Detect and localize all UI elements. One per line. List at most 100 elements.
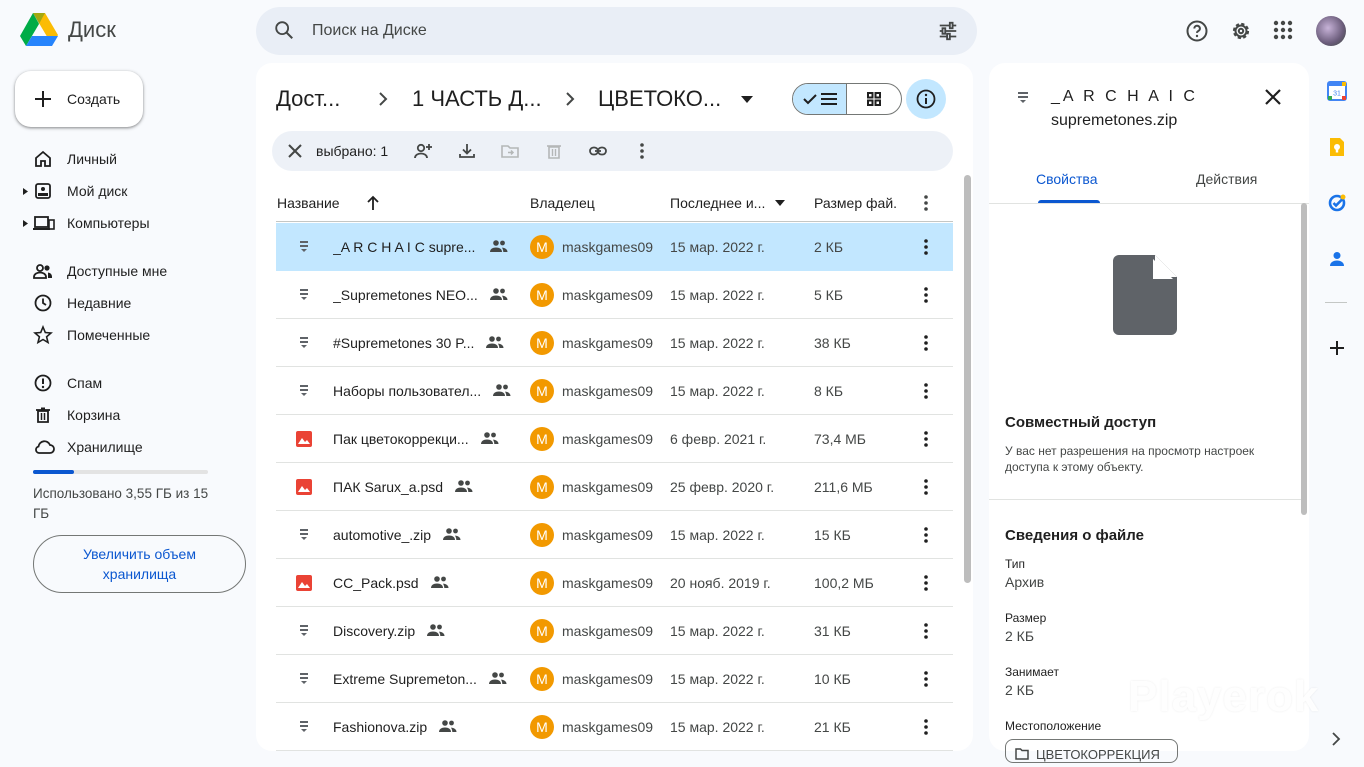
file-row[interactable]: Fashionova.zip Mmaskgames09 15 мар. 2022 г… bbox=[276, 703, 953, 751]
file-name[interactable]: Пак цветокоррекци... bbox=[333, 431, 469, 447]
tasks-app-icon[interactable] bbox=[1327, 193, 1347, 213]
sort-ascending-arrow-icon[interactable] bbox=[366, 195, 380, 211]
file-name[interactable]: Fashionova.zip bbox=[333, 719, 427, 735]
clear-selection-close-icon[interactable] bbox=[285, 141, 305, 161]
row-more-button[interactable] bbox=[916, 525, 936, 545]
row-more-button[interactable] bbox=[916, 237, 936, 257]
details-info-button[interactable] bbox=[906, 79, 946, 119]
breadcrumb-item[interactable]: 1 ЧАСТЬ Д... bbox=[412, 86, 542, 112]
contacts-app-icon[interactable] bbox=[1327, 249, 1347, 269]
close-details-icon[interactable] bbox=[1263, 87, 1283, 107]
expand-side-panel-chevron-icon[interactable] bbox=[1331, 732, 1341, 746]
shared-indicator bbox=[481, 431, 499, 445]
column-header-name[interactable]: Название bbox=[277, 195, 340, 211]
file-row[interactable]: Discovery.zip Mmaskgames09 15 мар. 2022 г.… bbox=[276, 607, 953, 655]
breadcrumb-item[interactable]: Дост... bbox=[276, 86, 340, 112]
get-addons-plus-icon[interactable] bbox=[1327, 338, 1347, 358]
row-more-button[interactable] bbox=[916, 477, 936, 497]
row-more-button[interactable] bbox=[916, 285, 936, 305]
file-name[interactable]: #Supremetones 30 P... bbox=[333, 335, 474, 351]
search-options-icon[interactable] bbox=[937, 20, 959, 42]
row-more-actions-icon[interactable] bbox=[916, 717, 936, 737]
search-icon[interactable] bbox=[273, 19, 295, 41]
column-header-owner[interactable]: Владелец bbox=[530, 195, 595, 211]
create-button[interactable]: Создать bbox=[15, 71, 143, 127]
file-row[interactable]: Extreme Supremeton... Mmaskgames09 15 мар.… bbox=[276, 655, 953, 703]
expand-caret-icon[interactable] bbox=[23, 188, 29, 195]
column-header-modified[interactable]: Последнее и... bbox=[670, 195, 765, 211]
row-more-button[interactable] bbox=[916, 717, 936, 737]
file-row[interactable]: Наборы пользовател... Mmaskgames09 15 мар.… bbox=[276, 367, 953, 415]
shared-people-icon bbox=[493, 384, 511, 396]
file-row[interactable]: #Supremetones 30 P... Mmaskgames09 15 мар.… bbox=[276, 319, 953, 367]
file-row[interactable]: CC_Pack.psd Mmaskgames09 20 нояб. 2019 г. 1… bbox=[276, 559, 953, 607]
shared-people-icon bbox=[443, 528, 461, 540]
row-more-actions-icon[interactable] bbox=[916, 573, 936, 593]
share-add-person-icon[interactable] bbox=[413, 141, 433, 161]
view-toggle[interactable] bbox=[792, 83, 902, 115]
file-row[interactable]: ПАК Sarux_a.psd Mmaskgames09 25 февр. 2020… bbox=[276, 463, 953, 511]
delete-trash-icon[interactable] bbox=[544, 141, 564, 161]
folder-menu-dropdown-icon[interactable] bbox=[741, 96, 753, 103]
row-more-actions-icon[interactable] bbox=[916, 381, 936, 401]
file-row[interactable]: Пак цветокоррекци... Mmaskgames09 6 февр. … bbox=[276, 415, 953, 463]
column-header-size[interactable]: Размер фай... bbox=[814, 195, 898, 211]
row-more-actions-icon[interactable] bbox=[916, 477, 936, 497]
expand-caret-icon[interactable] bbox=[23, 220, 29, 227]
file-name[interactable]: Discovery.zip bbox=[333, 623, 415, 639]
file-name[interactable]: automotive_.zip bbox=[333, 527, 431, 543]
shared-people-icon bbox=[455, 480, 473, 492]
row-more-actions-icon[interactable] bbox=[916, 621, 936, 641]
file-row[interactable]: _A R C H A I C supre... Mmaskgames09 15 ма… bbox=[276, 223, 953, 271]
zip-file-icon bbox=[300, 529, 308, 540]
file-row[interactable]: _Supremetones NEO... Mmaskgames09 15 мар. … bbox=[276, 271, 953, 319]
file-name[interactable]: _A R C H A I C supre... bbox=[333, 239, 475, 255]
grid-view-button[interactable] bbox=[847, 84, 901, 114]
details-scrollbar[interactable] bbox=[1301, 203, 1307, 515]
tab-properties[interactable]: Свойства bbox=[1036, 171, 1097, 187]
computers-icon bbox=[33, 216, 55, 230]
row-more-actions-icon[interactable] bbox=[916, 669, 936, 689]
row-more-button[interactable] bbox=[916, 669, 936, 689]
row-more-button[interactable] bbox=[916, 573, 936, 593]
file-name[interactable]: CC_Pack.psd bbox=[333, 575, 419, 591]
drive-logo[interactable]: Диск bbox=[20, 13, 116, 47]
row-more-actions-icon[interactable] bbox=[916, 525, 936, 545]
row-more-actions-icon[interactable] bbox=[916, 429, 936, 449]
location-folder-chip[interactable]: ЦВЕТОКОРРЕКЦИЯ bbox=[1005, 739, 1178, 763]
row-more-button[interactable] bbox=[916, 429, 936, 449]
calendar-app-icon[interactable]: 31 bbox=[1327, 81, 1347, 101]
row-more-button[interactable] bbox=[916, 621, 936, 641]
file-name[interactable]: ПАК Sarux_a.psd bbox=[333, 479, 443, 495]
file-row[interactable]: automotive_.zip Mmaskgames09 15 мар. 2022 … bbox=[276, 511, 953, 559]
modified-sort-dropdown-icon[interactable] bbox=[775, 200, 785, 206]
search-bar[interactable]: Поиск на Диске bbox=[256, 7, 977, 55]
move-to-folder-icon[interactable] bbox=[500, 141, 520, 161]
chevron-right-icon bbox=[379, 92, 388, 106]
upgrade-storage-button[interactable]: Увеличить объем хранилища bbox=[33, 535, 246, 593]
file-name[interactable]: _Supremetones NEO... bbox=[333, 287, 478, 303]
more-actions-icon[interactable] bbox=[632, 141, 652, 161]
apps-grid-icon[interactable] bbox=[1272, 19, 1294, 41]
keep-app-icon[interactable] bbox=[1327, 137, 1347, 157]
settings-gear-icon[interactable] bbox=[1229, 19, 1253, 43]
account-avatar[interactable] bbox=[1316, 16, 1346, 46]
row-more-actions-icon[interactable] bbox=[916, 333, 936, 353]
download-icon[interactable] bbox=[457, 141, 477, 161]
list-view-button[interactable] bbox=[793, 84, 848, 114]
search-input[interactable]: Поиск на Диске bbox=[312, 22, 427, 40]
help-icon[interactable] bbox=[1185, 19, 1209, 43]
selection-count: выбрано: 1 bbox=[316, 143, 389, 159]
row-more-button[interactable] bbox=[916, 333, 936, 353]
row-more-actions-icon[interactable] bbox=[916, 237, 936, 257]
copy-link-icon[interactable] bbox=[588, 141, 608, 161]
file-name[interactable]: Extreme Supremeton... bbox=[333, 671, 477, 687]
row-more-button[interactable] bbox=[916, 381, 936, 401]
tab-activity[interactable]: Действия bbox=[1196, 171, 1257, 187]
column-options-more-icon[interactable] bbox=[916, 193, 936, 213]
row-more-actions-icon[interactable] bbox=[916, 285, 936, 305]
svg-text:31: 31 bbox=[1333, 91, 1341, 98]
breadcrumb-current-folder[interactable]: ЦВЕТОКО... bbox=[598, 86, 721, 112]
file-list-scrollbar[interactable] bbox=[964, 175, 971, 583]
file-name[interactable]: Наборы пользовател... bbox=[333, 383, 481, 399]
